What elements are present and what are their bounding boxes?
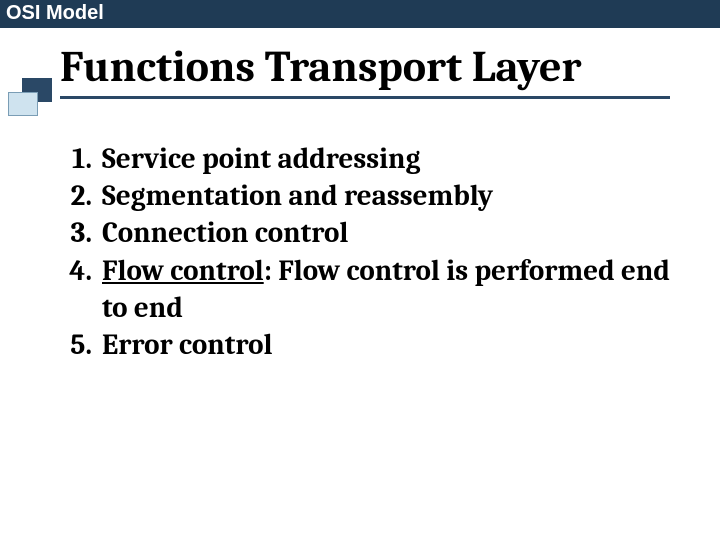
- list-item: Segmentation and reassembly: [48, 178, 672, 215]
- item-text: Connection control: [102, 217, 348, 250]
- list-item: Error control: [48, 327, 672, 364]
- item-text: Service point addressing: [102, 143, 420, 176]
- functions-list: Service point addressing Segmentation an…: [48, 141, 672, 364]
- slide-header-bar: OSI Model: [0, 0, 720, 28]
- title-block: Functions Transport Layer: [0, 44, 720, 99]
- list-item: Connection control: [48, 215, 672, 252]
- item-text: Error control: [102, 329, 273, 362]
- item-text-underlined: Flow control: [102, 255, 264, 288]
- slide-header-text: OSI Model: [6, 2, 104, 24]
- title-squares-icon: [8, 78, 52, 116]
- slide-content: Service point addressing Segmentation an…: [48, 141, 672, 364]
- slide: OSI Model Functions Transport Layer Serv…: [0, 0, 720, 540]
- list-item: Service point addressing: [48, 141, 672, 178]
- item-text: Segmentation and reassembly: [102, 180, 493, 213]
- slide-title: Functions Transport Layer: [60, 44, 670, 99]
- list-item: Flow control: Flow control is performed …: [48, 253, 672, 327]
